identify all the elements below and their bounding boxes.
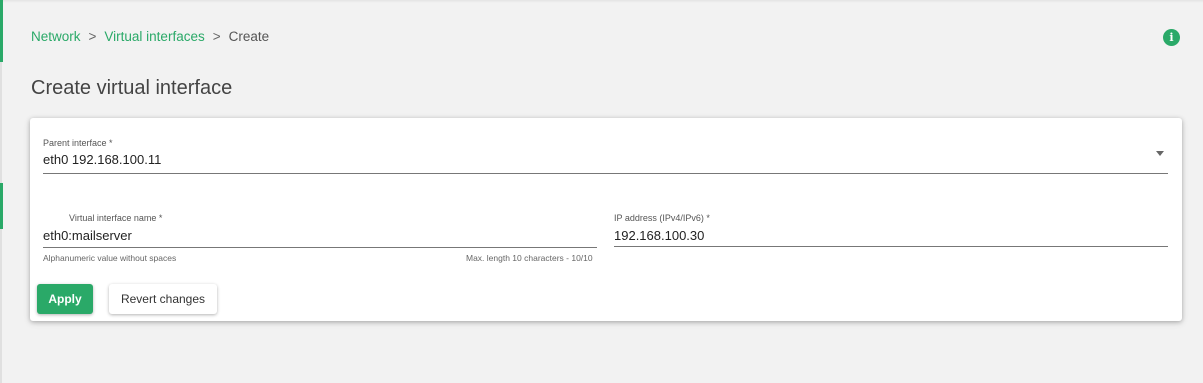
apply-button[interactable]: Apply [37,284,93,314]
virtual-interface-name-helper: Alphanumeric value without spaces [43,253,177,263]
form-card: Parent interface * eth0 192.168.100.11 V… [30,118,1182,321]
ip-address-label: IP address (IPv4/IPv6) * [614,213,710,223]
sidebar-active-indicator-secondary [0,183,3,229]
parent-interface-value[interactable]: eth0 192.168.100.11 [43,152,161,167]
breadcrumb-current: Create [228,29,270,44]
virtual-interface-name-input[interactable]: eth0:mailserver [43,228,132,243]
breadcrumb-separator: > [88,29,97,44]
parent-interface-select[interactable] [43,136,1168,174]
info-icon[interactable]: i [1163,29,1180,46]
topbar-shadow [0,0,1203,3]
parent-interface-underline [43,173,1168,174]
page-title: Create virtual interface [31,77,233,99]
breadcrumb: Network > Virtual interfaces > Create [31,29,269,44]
breadcrumb-link-virtual-interfaces[interactable]: Virtual interfaces [104,29,204,44]
chevron-down-icon[interactable] [1156,151,1164,156]
virtual-interface-name-underline [43,247,597,248]
breadcrumb-link-network[interactable]: Network [31,29,81,44]
breadcrumb-separator: > [212,29,221,44]
revert-changes-button[interactable]: Revert changes [109,284,217,314]
parent-interface-label: Parent interface * [43,138,113,148]
ip-address-input[interactable]: 192.168.100.30 [614,228,704,243]
sidebar-active-indicator [0,0,3,62]
virtual-interface-name-counter: Max. length 10 characters - 10/10 [466,253,593,263]
ip-address-underline [614,246,1168,247]
virtual-interface-name-label: Virtual interface name * [69,213,163,223]
